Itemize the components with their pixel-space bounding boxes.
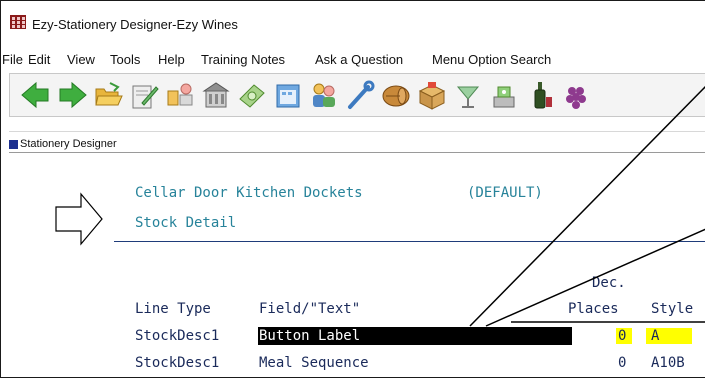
building-icon[interactable] — [200, 79, 232, 111]
pointer-arrow-icon — [55, 192, 103, 246]
arrow-right-icon[interactable] — [56, 79, 88, 111]
menu-file[interactable]: File — [2, 52, 23, 67]
row1-dec[interactable]: 0 — [618, 327, 626, 345]
row1-field[interactable]: Button Label — [259, 327, 360, 345]
menu-ask-a-question[interactable]: Ask a Question — [315, 52, 403, 67]
edit-document-icon[interactable] — [128, 79, 160, 111]
toolbar-separator — [9, 131, 705, 132]
window-title: Ezy-Stationery Designer-Ezy Wines — [32, 17, 238, 32]
arrow-left-icon[interactable] — [20, 79, 52, 111]
handshake-icon[interactable] — [164, 79, 196, 111]
header-field: Field/"Text" — [259, 301, 361, 317]
menu-edit[interactable]: Edit — [28, 52, 50, 67]
title-bar: Ezy-Stationery Designer-Ezy Wines — [1, 1, 705, 45]
cocktail-icon[interactable] — [452, 79, 484, 111]
scale-icon[interactable] — [488, 79, 520, 111]
subwindow-title: Stationery Designer — [20, 138, 117, 150]
default-tag: (DEFAULT) — [467, 185, 543, 201]
header-dec: Dec. — [592, 275, 626, 291]
row2-dec[interactable]: 0 — [618, 354, 626, 372]
document-name: Cellar Door Kitchen Dockets — [135, 185, 363, 201]
menu-help[interactable]: Help — [158, 52, 185, 67]
barrel-icon[interactable] — [380, 79, 412, 111]
box-icon[interactable] — [416, 79, 448, 111]
menu-training-notes[interactable]: Training Notes — [201, 52, 285, 67]
app-icon — [10, 15, 26, 29]
application-window: Ezy-Stationery Designer-Ezy Wines File E… — [0, 0, 705, 378]
menu-option-search[interactable]: Menu Option Search — [432, 52, 551, 67]
header-line-type: Line Type — [135, 301, 211, 317]
wrench-icon[interactable] — [344, 79, 376, 111]
row1-style[interactable]: A — [651, 327, 659, 345]
row1-line-type[interactable]: StockDesc1 — [135, 327, 219, 345]
calendar-icon[interactable] — [272, 79, 304, 111]
menu-view[interactable]: View — [67, 52, 95, 67]
menu-tools[interactable]: Tools — [110, 52, 140, 67]
people-icon[interactable] — [308, 79, 340, 111]
header-places: Places — [568, 301, 619, 317]
callout-line — [469, 85, 705, 327]
folder-open-icon[interactable] — [92, 79, 124, 111]
section-divider — [114, 241, 705, 242]
window-icon — [9, 140, 18, 149]
grapes-icon[interactable] — [560, 79, 592, 111]
money-icon[interactable] — [236, 79, 268, 111]
row2-style[interactable]: A10B — [651, 354, 685, 372]
menu-bar: File Edit View Tools Help Training Notes… — [1, 47, 705, 69]
row2-line-type[interactable]: StockDesc1 — [135, 354, 219, 372]
header-style: Style — [651, 301, 694, 317]
row2-field[interactable]: Meal Sequence — [259, 354, 369, 372]
wine-bottle-icon[interactable] — [524, 79, 556, 111]
section-title: Stock Detail — [135, 215, 237, 231]
subwindow-border — [9, 152, 705, 153]
toolbar — [9, 73, 705, 117]
